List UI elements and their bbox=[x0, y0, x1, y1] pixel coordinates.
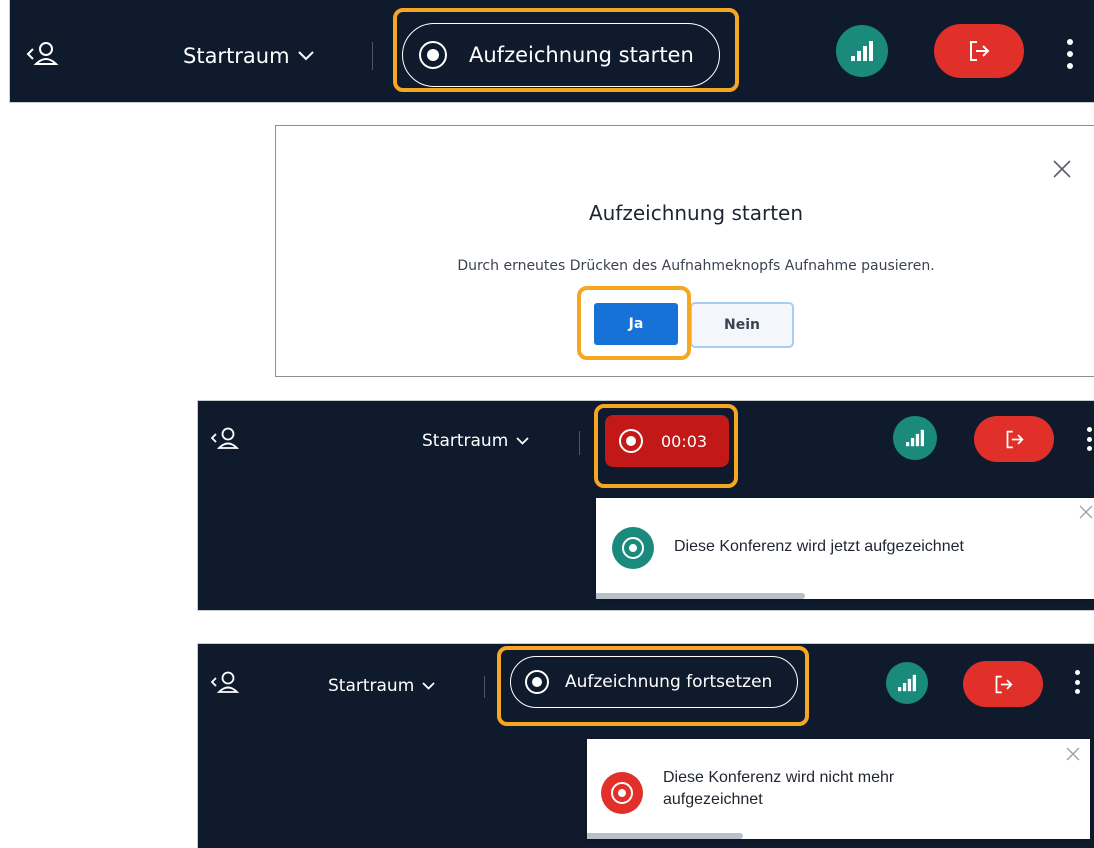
connection-status-button[interactable] bbox=[886, 662, 928, 704]
chevron-down-icon bbox=[516, 437, 529, 445]
recording-active-button[interactable]: 00:03 bbox=[605, 415, 729, 467]
connection-status-button[interactable] bbox=[836, 25, 888, 77]
record-icon bbox=[622, 537, 644, 559]
no-button[interactable]: Nein bbox=[690, 302, 794, 348]
top-navbar-1: Startraum Aufzeichnung starten bbox=[10, 0, 1094, 102]
recording-started-toast: Diese Konferenz wird jetzt aufgezeichnet bbox=[596, 498, 1094, 599]
leave-button[interactable] bbox=[963, 661, 1043, 707]
room-name: Startraum bbox=[328, 676, 415, 696]
divider bbox=[372, 42, 373, 70]
recording-timer: 00:03 bbox=[661, 431, 708, 451]
record-icon bbox=[611, 782, 633, 804]
toast-timer-bar bbox=[587, 833, 743, 839]
user-list-toggle[interactable] bbox=[26, 40, 66, 70]
toast-message: Diese Konferenz wird nicht mehr aufgezei… bbox=[663, 767, 894, 811]
record-icon bbox=[525, 670, 549, 694]
toast-message-line-2: aufgezeichnet bbox=[663, 791, 763, 808]
signal-bars-icon bbox=[851, 41, 873, 61]
kebab-menu-icon bbox=[1067, 39, 1073, 45]
dialog-title: Aufzeichnung starten bbox=[588, 201, 804, 225]
confirm-recording-dialog: Aufzeichnung starten Durch erneutes Drüc… bbox=[275, 125, 1094, 377]
record-icon bbox=[619, 429, 643, 453]
leave-button[interactable] bbox=[934, 24, 1024, 78]
room-name: Startraum bbox=[183, 44, 290, 68]
toast-message-line-1: Diese Konferenz wird nicht mehr bbox=[663, 769, 895, 786]
kebab-menu-icon bbox=[1074, 670, 1080, 675]
record-label: Aufzeichnung fortsetzen bbox=[565, 672, 773, 692]
leave-button[interactable] bbox=[974, 416, 1054, 462]
signal-bars-icon bbox=[906, 429, 924, 447]
more-options-button[interactable] bbox=[1065, 39, 1075, 69]
chevron-down-icon bbox=[297, 51, 314, 61]
room-name: Startraum bbox=[422, 431, 509, 451]
leave-icon bbox=[1006, 430, 1024, 448]
leave-icon bbox=[970, 41, 990, 61]
divider bbox=[484, 676, 485, 698]
chevron-down-icon bbox=[422, 682, 435, 690]
top-navbar-2: Startraum 00:03 Diese Konferenz wird jet… bbox=[198, 401, 1094, 610]
toast-message: Diese Konferenz wird jetzt aufgezeichnet bbox=[674, 538, 964, 555]
user-list-toggle[interactable] bbox=[210, 426, 246, 454]
record-icon bbox=[419, 41, 447, 69]
leave-icon bbox=[995, 675, 1013, 693]
top-navbar-3: Startraum Aufzeichnung fortsetzen Diese … bbox=[198, 644, 1094, 848]
room-selector[interactable]: Startraum bbox=[183, 44, 314, 68]
signal-bars-icon bbox=[898, 674, 916, 692]
connection-status-button[interactable] bbox=[893, 416, 937, 460]
close-icon[interactable] bbox=[1066, 747, 1080, 761]
recording-stopped-toast: Diese Konferenz wird nicht mehr aufgezei… bbox=[587, 739, 1090, 839]
recording-status-icon bbox=[612, 527, 654, 569]
resume-recording-button[interactable]: Aufzeichnung fortsetzen bbox=[510, 656, 798, 708]
toast-timer-bar bbox=[596, 593, 806, 599]
user-list-icon bbox=[210, 671, 240, 693]
recording-status-icon bbox=[601, 772, 643, 814]
more-options-button[interactable] bbox=[1085, 427, 1093, 451]
divider bbox=[579, 431, 580, 455]
close-icon[interactable] bbox=[1079, 505, 1093, 519]
room-selector[interactable]: Startraum bbox=[328, 676, 435, 696]
user-list-toggle[interactable] bbox=[210, 670, 246, 698]
room-selector[interactable]: Startraum bbox=[422, 431, 529, 451]
user-list-icon bbox=[210, 427, 240, 449]
user-list-icon bbox=[26, 42, 59, 65]
close-icon[interactable] bbox=[1052, 159, 1072, 179]
dialog-message: Durch erneutes Drücken des Aufnahmeknopf… bbox=[457, 258, 935, 274]
start-recording-button[interactable]: Aufzeichnung starten bbox=[402, 23, 720, 87]
more-options-button[interactable] bbox=[1073, 670, 1081, 694]
kebab-menu-icon bbox=[1086, 427, 1092, 432]
yes-button[interactable]: Ja bbox=[594, 303, 678, 345]
record-label: Aufzeichnung starten bbox=[469, 43, 694, 67]
